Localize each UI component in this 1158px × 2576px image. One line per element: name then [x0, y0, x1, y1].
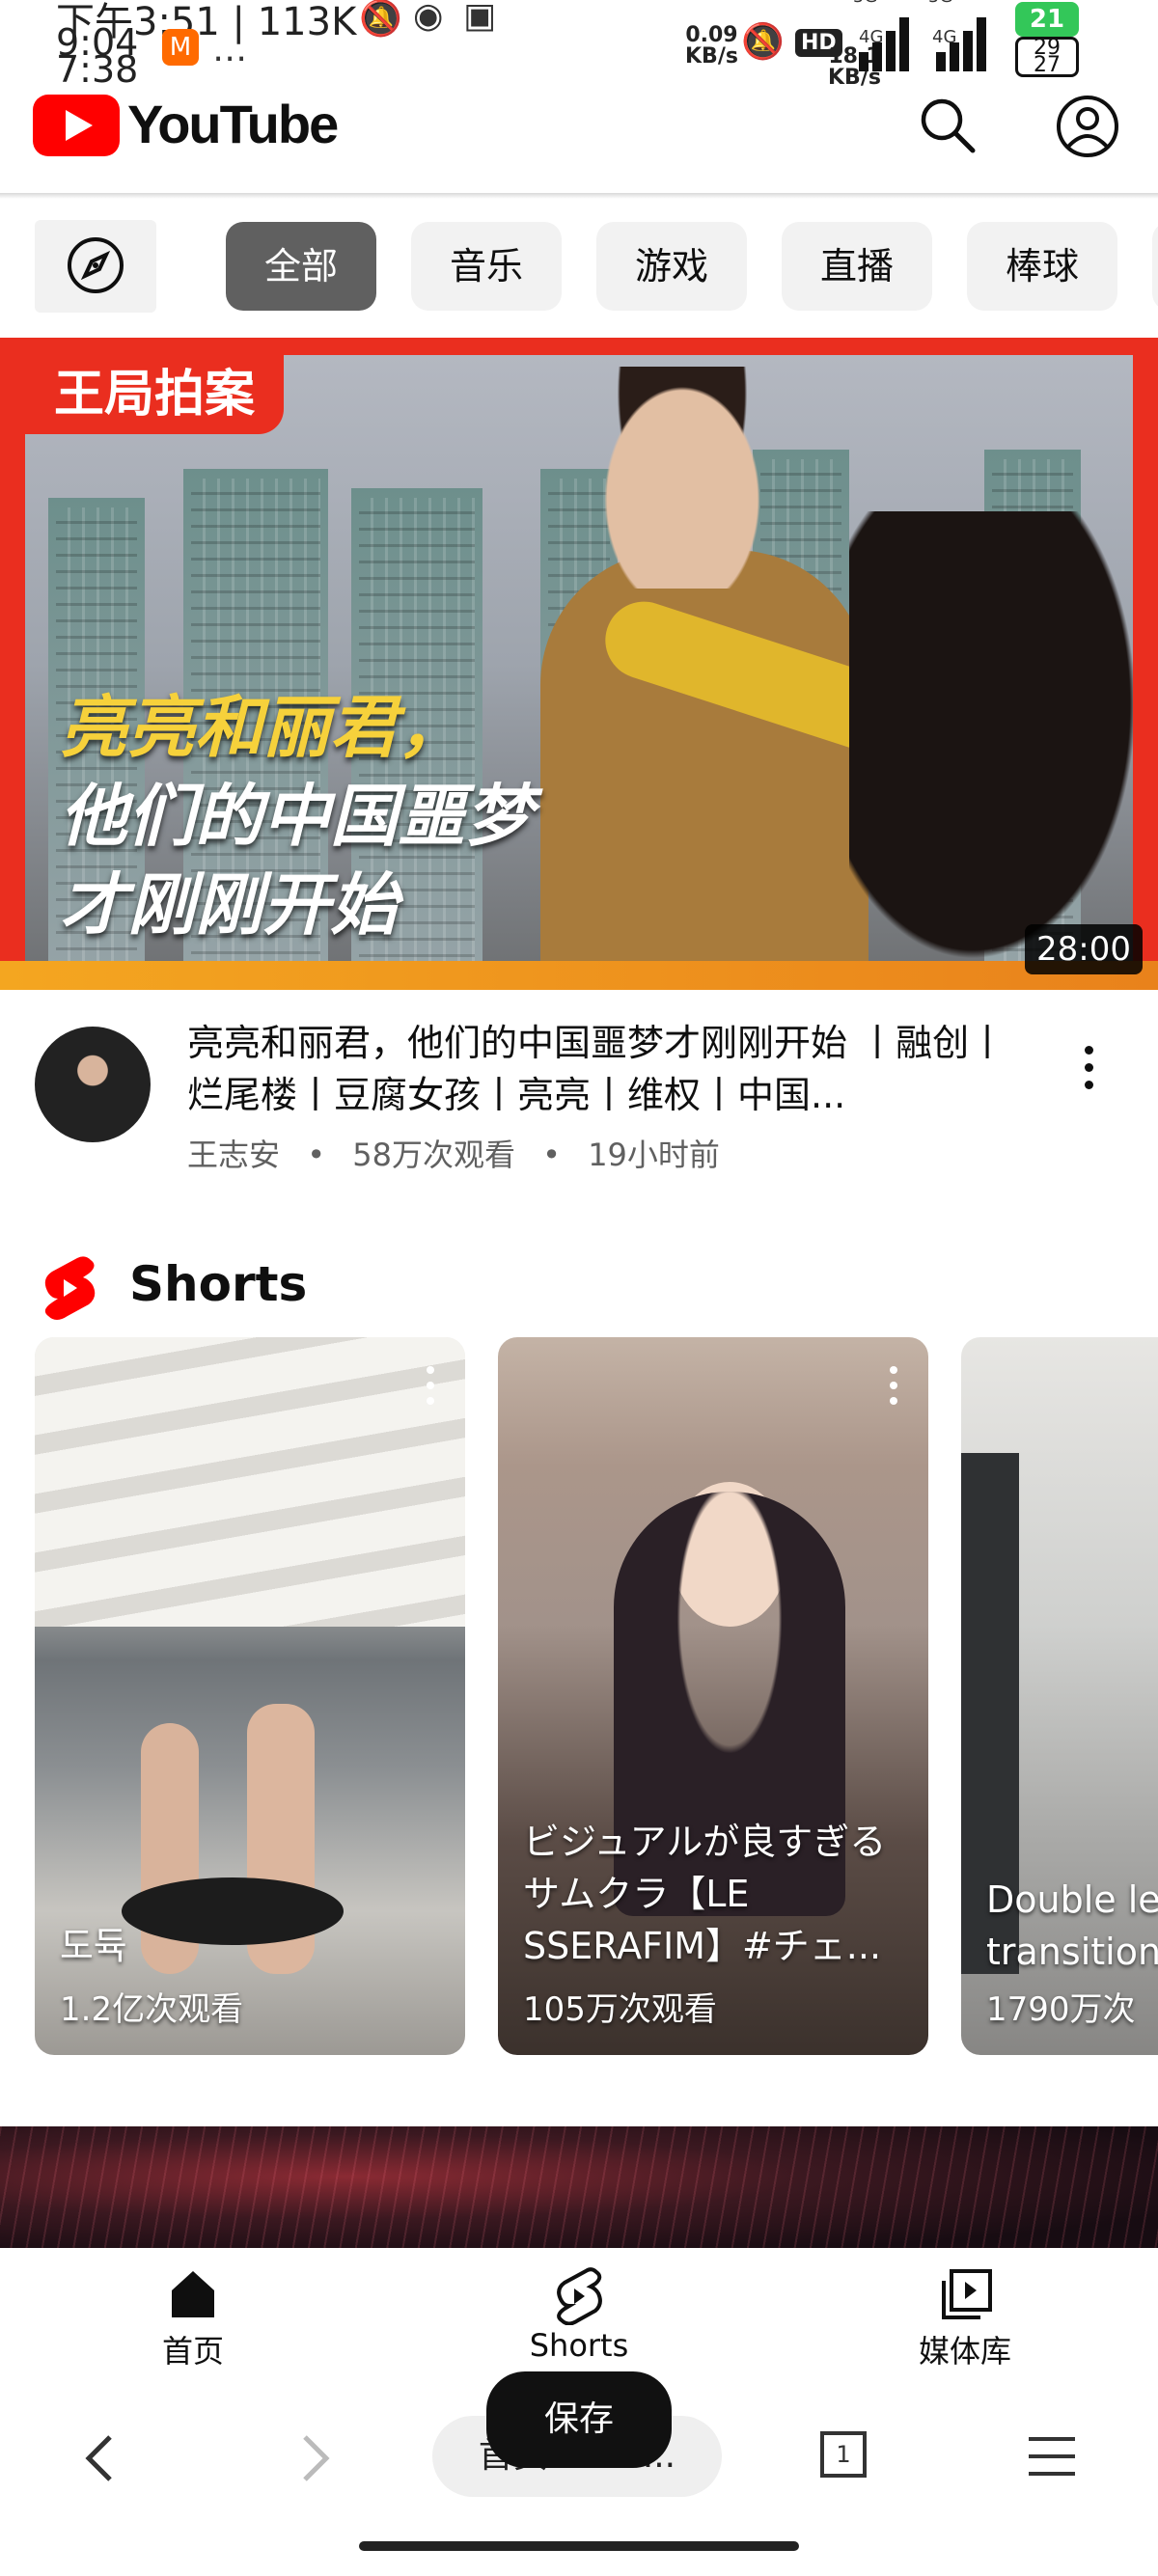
- mute-icon: 🔕: [359, 0, 402, 39]
- shorts-title: Shorts: [129, 1256, 308, 1312]
- battery-low-value: 27: [1034, 53, 1061, 77]
- chip-all[interactable]: 全部: [226, 222, 376, 311]
- header-divider: [0, 193, 1158, 199]
- short-views: 1.2亿次观看: [60, 1990, 244, 2029]
- youtube-wordmark[interactable]: YouTube: [127, 93, 339, 155]
- shorts-logo-icon: [44, 1256, 96, 1320]
- video-thumbnail[interactable]: 王局拍案 亮亮和丽君， 他们的中国噩梦 才刚刚开始 28:00: [0, 338, 1158, 990]
- short-card[interactable]: 도듁 1.2亿次观看: [35, 1337, 465, 2055]
- library-icon: [942, 2269, 992, 2319]
- short-views: 105万次观看: [523, 1990, 717, 2029]
- nav-shorts[interactable]: Shorts: [482, 2248, 676, 2371]
- home-indicator[interactable]: [359, 2541, 799, 2551]
- video-meta: 亮亮和丽君，他们的中国噩梦才刚刚开始 丨融创丨烂尾楼丨豆腐女孩丨亮亮丨维权丨中国…: [0, 1017, 1158, 1191]
- net-speed-unit: KB/s: [685, 44, 738, 69]
- short-title: 도듁: [60, 1925, 127, 1967]
- bottom-nav: 首页 Shorts 媒体库: [0, 2248, 1158, 2371]
- app-header: YouTube: [0, 85, 1158, 193]
- duration-badge: 28:00: [1025, 924, 1143, 974]
- status-bar: 下午3:51 | 113K 9:04 7:38 M ⋯ 🔕 ◉ ▣ 0.09 K…: [0, 0, 1158, 91]
- short-views: 1790万次: [986, 1990, 1136, 2029]
- chip-music[interactable]: 音乐: [411, 222, 562, 311]
- net-speed-value: 0.09: [685, 23, 738, 47]
- video-subtitle: 王志安 • 58万次观看 • 19小时前: [187, 1131, 737, 1175]
- filter-chips-bar: 全部 音乐 游戏 直播 棒球: [0, 218, 1158, 315]
- nav-shorts-label: Shorts: [529, 2327, 629, 2364]
- signal-label-4g: 4G: [859, 27, 884, 47]
- chip-next-partial[interactable]: [1152, 222, 1158, 311]
- app-notification-icon-2: ▣: [463, 0, 497, 36]
- short-card[interactable]: Double le transition 1790万次: [961, 1337, 1158, 2055]
- explore-button[interactable]: [35, 220, 156, 313]
- save-toast[interactable]: 保存: [486, 2371, 672, 2468]
- short-thumb-ceiling: [35, 1337, 465, 1627]
- thumb-headline-2: 他们的中国噩梦: [60, 777, 533, 856]
- short-title: Double le transition: [986, 1878, 1158, 1973]
- signal-label-4g-2: 4G: [932, 27, 957, 47]
- tabs-button[interactable]: 1: [820, 2431, 867, 2478]
- more-dots-icon: ⋯: [212, 39, 247, 78]
- short-more-icon[interactable]: [421, 1366, 440, 1424]
- mi-app-icon: M: [162, 29, 199, 66]
- separator-dot: •: [307, 1137, 326, 1173]
- next-video-preview[interactable]: [0, 2126, 1158, 2252]
- chip-live[interactable]: 直播: [782, 222, 932, 311]
- short-card[interactable]: ビジュアルが良すぎるサムクラ【LE SSERAFIM】#チェ... 105万次观…: [498, 1337, 928, 2055]
- compass-icon: [68, 237, 124, 293]
- signal-label-5g-2: 5G: [928, 0, 952, 7]
- nav-home[interactable]: 首页: [96, 2248, 290, 2371]
- search-icon[interactable]: [915, 93, 982, 160]
- separator-dot: •: [542, 1137, 562, 1173]
- view-count: 58万次观看: [352, 1137, 515, 1173]
- back-icon[interactable]: [81, 2431, 120, 2485]
- upload-age: 19小时前: [588, 1137, 720, 1173]
- home-icon: [172, 2271, 214, 2317]
- nav-home-label: 首页: [161, 2333, 224, 2370]
- video-title[interactable]: 亮亮和丽君，他们的中国噩梦才刚刚开始 丨融创丨烂尾楼丨豆腐女孩丨亮亮丨维权丨中国…: [187, 1017, 1036, 1121]
- thumb-headline-1: 亮亮和丽君，: [60, 688, 465, 767]
- short-more-icon[interactable]: [884, 1366, 903, 1424]
- menu-icon[interactable]: [1027, 2431, 1077, 2481]
- battery-icon-2: 29 27: [1015, 37, 1079, 77]
- nav-library[interactable]: 媒体库: [868, 2248, 1062, 2371]
- shorts-icon: [557, 2267, 602, 2325]
- forward-icon[interactable]: [295, 2431, 334, 2485]
- bell-off-icon: 🔕: [741, 22, 785, 62]
- net-speed: 0.09 KB/s: [685, 25, 738, 68]
- thumb-headline-3: 才刚刚开始: [60, 865, 398, 945]
- account-icon[interactable]: [1054, 93, 1121, 160]
- battery-icon: 21: [1015, 2, 1079, 37]
- channel-avatar[interactable]: [35, 1027, 151, 1142]
- chip-baseball[interactable]: 棒球: [967, 222, 1117, 311]
- short-title: ビジュアルが良すぎるサムクラ【LE SSERAFIM】#チェ...: [523, 1821, 887, 1967]
- channel-name[interactable]: 王志安: [187, 1137, 280, 1173]
- app-notification-icon: ◉: [413, 0, 444, 36]
- thumb-brand-tag: 王局拍案: [25, 355, 285, 434]
- youtube-logo-icon[interactable]: [33, 95, 120, 156]
- chip-gaming[interactable]: 游戏: [596, 222, 747, 311]
- video-more-icon[interactable]: [1079, 1046, 1098, 1104]
- nav-library-label: 媒体库: [918, 2333, 1011, 2370]
- signal-label-5g: 5G: [853, 0, 877, 7]
